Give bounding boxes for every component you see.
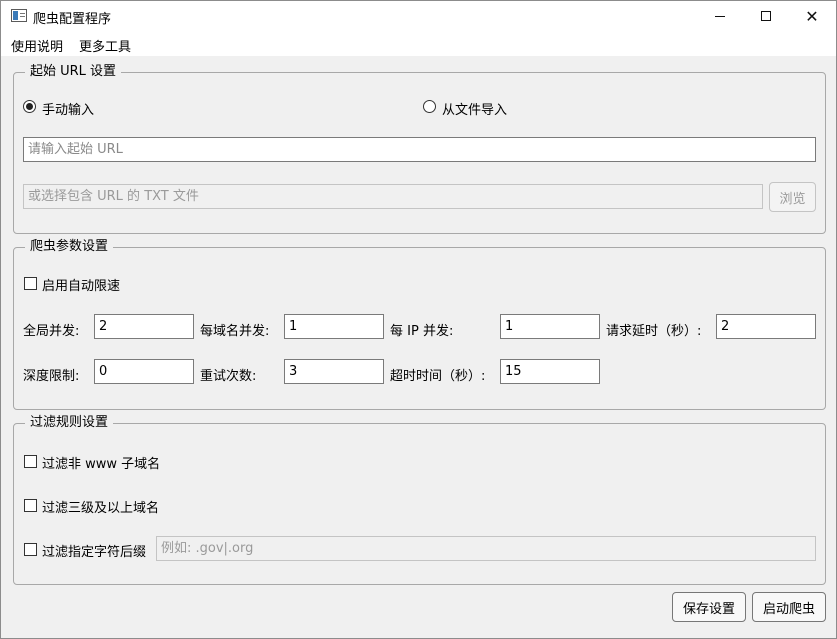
request-delay-label: 请求延时（秒）: [606, 324, 702, 339]
global-concurrency-label: 全局并发: [23, 324, 80, 339]
filter-third-level-checkbox[interactable] [24, 499, 37, 512]
menu-item-more-tools[interactable]: 更多工具 [79, 36, 131, 55]
start-url-group-title: 起始 URL 设置 [25, 64, 122, 80]
title-bar[interactable]: 爬虫配置程序 ✕ [1, 1, 836, 31]
filter-suffix-input[interactable] [156, 536, 816, 561]
minimize-icon [715, 15, 725, 17]
close-icon: ✕ [805, 6, 819, 26]
url-file-path-input[interactable] [23, 184, 763, 209]
start-crawler-button[interactable]: 启动爬虫 [752, 592, 826, 622]
save-settings-button[interactable]: 保存设置 [672, 592, 746, 622]
depth-limit-input[interactable] [94, 359, 194, 384]
maximize-icon [761, 11, 771, 21]
per-domain-concurrency-label: 每域名并发: [200, 324, 270, 339]
menu-item-help[interactable]: 使用说明 [11, 36, 63, 55]
filter-suffix-checkbox[interactable] [24, 543, 37, 556]
timeout-label: 超时时间（秒）: [390, 369, 486, 384]
minimize-button[interactable] [697, 1, 743, 31]
filter-non-www-label[interactable]: 过滤非 www 子域名 [42, 453, 160, 472]
timeout-input[interactable] [500, 359, 600, 384]
start-url-group: 起始 URL 设置 手动输入 从文件导入 浏览 [13, 64, 826, 234]
global-concurrency-input[interactable] [94, 314, 194, 339]
main-window: 爬虫配置程序 ✕ 使用说明 更多工具 起始 URL 设置 手动输入 从文件导入 … [0, 0, 837, 639]
filter-suffix-label[interactable]: 过滤指定字符后缀 [42, 541, 146, 560]
per-ip-concurrency-label: 每 IP 并发: [390, 324, 454, 339]
filter-non-www-checkbox[interactable] [24, 455, 37, 468]
crawler-params-group: 爬虫参数设置 启用自动限速 全局并发: 每域名并发: 每 IP 并发: 请求延时… [13, 239, 826, 410]
autothrottle-checkbox[interactable] [24, 277, 37, 290]
filter-third-level-label[interactable]: 过滤三级及以上域名 [42, 497, 159, 516]
close-button[interactable]: ✕ [789, 1, 835, 31]
crawler-params-group-title: 爬虫参数设置 [25, 239, 114, 255]
window-title: 爬虫配置程序 [33, 12, 112, 27]
depth-limit-label: 深度限制: [23, 369, 80, 384]
app-window-icon [11, 9, 27, 22]
autothrottle-label[interactable]: 启用自动限速 [42, 275, 120, 294]
radio-file-import[interactable] [423, 100, 436, 113]
browse-button[interactable]: 浏览 [769, 182, 816, 212]
start-url-input[interactable] [23, 137, 816, 162]
maximize-button[interactable] [743, 1, 789, 31]
per-domain-concurrency-input[interactable] [284, 314, 384, 339]
retry-times-label: 重试次数: [200, 369, 257, 384]
radio-manual-input-label[interactable]: 手动输入 [42, 99, 94, 118]
per-ip-concurrency-input[interactable] [500, 314, 600, 339]
radio-file-import-label[interactable]: 从文件导入 [442, 99, 507, 118]
menu-bar: 使用说明 更多工具 [1, 31, 836, 56]
request-delay-input[interactable] [716, 314, 816, 339]
filter-rules-group: 过滤规则设置 过滤非 www 子域名 过滤三级及以上域名 过滤指定字符后缀 [13, 415, 826, 585]
filter-rules-group-title: 过滤规则设置 [25, 415, 114, 431]
retry-times-input[interactable] [284, 359, 384, 384]
radio-manual-input[interactable] [23, 100, 36, 113]
